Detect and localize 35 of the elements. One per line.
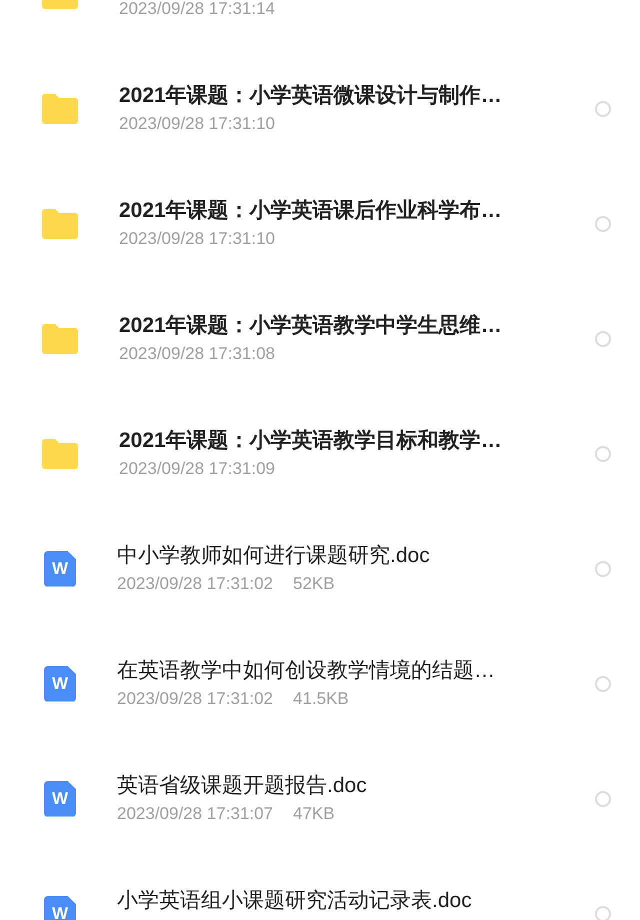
document-icon: W: [44, 550, 76, 586]
file-name: 2021年课题：小学英语教学中学生思维…: [119, 312, 503, 338]
modified-date: 2023/09/28 17:31:02: [117, 688, 273, 710]
modified-date: 2023/09/28 17:31:10: [119, 228, 275, 250]
file-name: 2021年课题：小学英语微课设计与制作…: [119, 82, 503, 108]
select-radio[interactable]: [595, 446, 611, 462]
modified-date: 2023/09/28 17:31:02: [117, 572, 273, 594]
modified-date: 2023/09/28 17:31:09: [119, 458, 275, 480]
select-radio[interactable]: [595, 560, 611, 576]
file-name: 在英语教学中如何创设教学情境的结题…: [117, 658, 496, 684]
file-name: 2021年课题：小学英语教学目标和教学…: [119, 428, 503, 454]
select-radio[interactable]: [595, 100, 611, 116]
document-icon: W: [44, 666, 76, 702]
select-radio[interactable]: [595, 330, 611, 346]
select-radio[interactable]: [595, 906, 611, 920]
folder-icon: [42, 324, 78, 354]
document-icon: W: [44, 780, 76, 816]
modified-date: 2023/09/28 17:31:08: [119, 342, 275, 364]
select-radio[interactable]: [595, 216, 611, 232]
file-name: 中小学教师如何进行课题研究.doc: [117, 542, 431, 568]
document-icon: W: [44, 896, 76, 920]
file-name: 英语省级课题开题报告.doc: [117, 772, 368, 798]
modified-date: 2023/09/28 17:31:14: [119, 0, 275, 20]
select-radio[interactable]: [595, 676, 611, 692]
modified-date: 2023/09/28 17:31:07: [117, 802, 273, 824]
file-name: 小学英语组小课题研究活动记录表.doc: [117, 888, 473, 914]
file-size: 47KB: [292, 802, 335, 824]
folder-icon: [42, 94, 78, 124]
file-size: 41.5KB: [292, 688, 349, 710]
file-size: 52KB: [292, 572, 335, 594]
folder-icon: [42, 208, 78, 238]
select-radio[interactable]: [595, 790, 611, 806]
folder-icon: [42, 438, 78, 468]
modified-date: 2023/09/28 17:31:10: [119, 112, 275, 134]
file-name: 2021年课题：小学英语课后作业科学布…: [119, 198, 503, 224]
